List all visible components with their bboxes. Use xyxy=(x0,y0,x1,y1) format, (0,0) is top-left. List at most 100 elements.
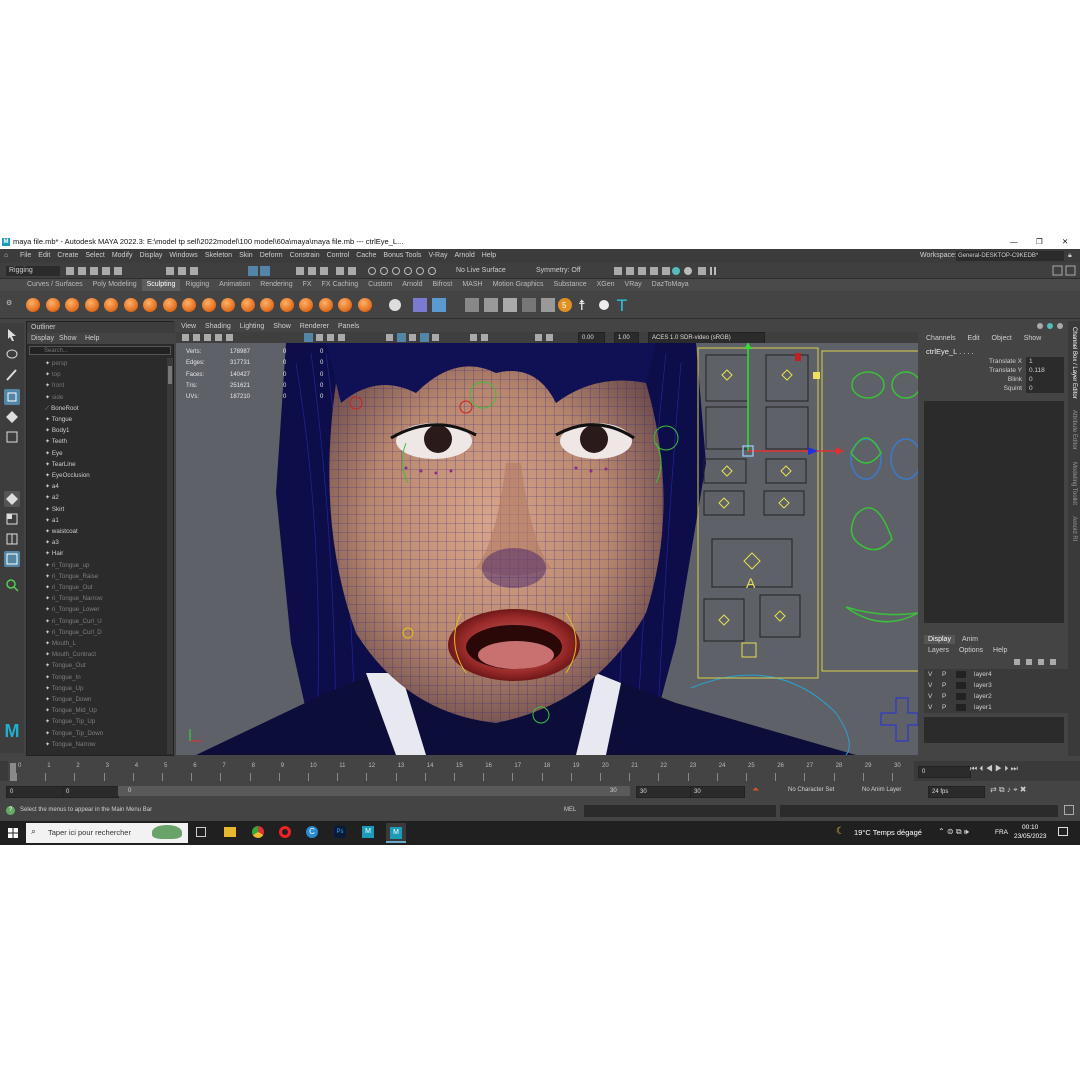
outliner-item[interactable]: ✦ Tongue_Tip_Up xyxy=(45,716,95,727)
menu-help[interactable]: Help xyxy=(482,252,496,259)
sculpt-brush-icon[interactable] xyxy=(26,298,40,312)
sculpt-brush-icon[interactable] xyxy=(240,298,255,312)
layer-name[interactable]: layer1 xyxy=(974,702,992,713)
layer-visibility-toggle[interactable]: V xyxy=(928,702,932,713)
channel-menu-object[interactable]: Object xyxy=(992,335,1012,342)
menu-display[interactable]: Display xyxy=(139,252,162,259)
task-view-icon[interactable] xyxy=(196,827,206,837)
shelf-gear-icon[interactable]: ⚙ xyxy=(6,299,12,307)
outliner-item[interactable]: ✦ Mouth_L xyxy=(45,638,76,649)
menu-constrain[interactable]: Constrain xyxy=(290,252,320,259)
command-language[interactable]: MEL xyxy=(564,807,576,813)
outliner-item[interactable]: ✦ ri_Tongue_Curl_D xyxy=(45,627,102,638)
sculpt-brush-icon[interactable] xyxy=(143,298,157,312)
outliner-item[interactable]: ⟋ BoneRoot xyxy=(45,403,79,414)
range-bar[interactable]: 0 30 xyxy=(118,786,630,796)
layer-menu-options[interactable]: Options xyxy=(959,647,983,654)
layer-action-icons[interactable] xyxy=(1012,657,1068,667)
sculpt-brush-icon[interactable] xyxy=(104,298,118,312)
menu-skeleton[interactable]: Skeleton xyxy=(205,252,232,259)
side-tab-attribute-editor[interactable]: Attribute Editor xyxy=(1071,410,1077,450)
sculpt-brush-icon[interactable] xyxy=(221,298,235,312)
anim-end-field[interactable]: 30 xyxy=(690,786,745,798)
layer-tab-display[interactable]: Display xyxy=(924,635,955,644)
move-tool-icon[interactable] xyxy=(4,389,20,405)
taskbar-search[interactable]: ⌕ Taper ici pour rechercher xyxy=(26,823,188,843)
tray-icons[interactable]: ⌃ ⊜ ⧉ 🕪︎ xyxy=(938,827,969,837)
viewport-tool-icons[interactable] xyxy=(180,333,640,343)
sculpt-brush-icon[interactable] xyxy=(162,298,177,312)
outliner-item[interactable]: ✦ Body1 xyxy=(45,425,69,436)
shelf-tab-rigging[interactable]: Rigging xyxy=(180,279,214,291)
viewport-menu-shading[interactable]: Shading xyxy=(205,323,231,330)
shelf-tab-bifrost[interactable]: Bifrost xyxy=(428,279,458,291)
channel-menu-show[interactable]: Show xyxy=(1024,335,1042,342)
outliner-menu-help[interactable]: Help xyxy=(85,333,99,344)
panel-toggle-icons[interactable] xyxy=(1052,265,1078,277)
channel-attribute-row[interactable]: Squint 0 xyxy=(920,384,1068,393)
render-icons[interactable] xyxy=(614,265,724,277)
outliner-scrollbar[interactable] xyxy=(167,358,173,754)
maya-taskbar-icon-1[interactable]: M xyxy=(362,826,374,838)
menu-file[interactable]: File xyxy=(20,252,31,259)
outliner-item[interactable]: ✦ a4 xyxy=(45,481,59,492)
shelf-tab-arnold[interactable]: Arnold xyxy=(397,279,427,291)
layer-playback-toggle[interactable]: P xyxy=(942,702,946,713)
layer-row[interactable]: V Player2 xyxy=(924,691,1068,702)
outliner-item[interactable]: ✦ a3 xyxy=(45,537,59,548)
outliner-item[interactable]: ✦ ri_Tongue_Out xyxy=(45,582,93,593)
shelf-tab-daztomaya[interactable]: DazToMaya xyxy=(647,279,694,291)
layer-color-swatch[interactable] xyxy=(956,671,966,678)
range-extra-icons[interactable]: ⇄ ⧉ ♪ ⌖ ✖ xyxy=(990,785,1027,795)
layer-name[interactable]: layer2 xyxy=(974,691,992,702)
viewport-menu-view[interactable]: View xyxy=(181,323,196,330)
outliner-item[interactable]: ✦ side xyxy=(45,392,63,403)
layer-color-swatch[interactable] xyxy=(956,682,966,689)
layer-row[interactable]: V Player3 xyxy=(924,680,1068,691)
outliner-search-input[interactable]: Search... xyxy=(29,346,171,355)
current-frame-field[interactable]: 0 xyxy=(918,766,971,778)
outliner-item[interactable]: ✦ persp xyxy=(45,358,67,369)
live-surface-field[interactable]: No Live Surface xyxy=(456,266,506,276)
close-button[interactable]: ✕ xyxy=(1062,235,1068,249)
menu-create[interactable]: Create xyxy=(57,252,78,259)
layer-row[interactable]: V Player4 xyxy=(924,669,1068,680)
viewport-scene[interactable]: A xyxy=(176,343,918,755)
outliner-item[interactable]: ✦ Mouth_Contract xyxy=(45,649,96,660)
opera-icon[interactable] xyxy=(279,826,291,838)
outliner-item[interactable]: ✦ Skirt xyxy=(45,504,64,515)
minimize-button[interactable]: — xyxy=(1010,235,1018,249)
time-slider[interactable]: 0 1 2 3 4 5 6 7 8 9 10 11 12 13 14 15 16 17 18 19 20 21 22 23 24… xyxy=(0,761,1080,781)
shelf-tab-vray[interactable]: VRay xyxy=(620,279,647,291)
outliner-item[interactable]: ✦ waistcoat xyxy=(45,526,78,537)
outliner-item[interactable]: ✦ ri_Tongue_Narrow xyxy=(45,593,102,604)
side-tab-modeling-toolkit[interactable]: Modeling Toolkit xyxy=(1071,462,1077,505)
layer-color-swatch[interactable] xyxy=(956,704,966,711)
character-set-field[interactable]: No Character Set xyxy=(788,787,834,793)
outliner-item[interactable]: ✦ front xyxy=(45,380,64,391)
channel-attribute-value[interactable]: 0 xyxy=(1026,384,1064,393)
last-tool-icon[interactable] xyxy=(4,491,20,507)
outliner-item[interactable]: ✦ Tongue_Narrow xyxy=(45,739,95,750)
layer-name[interactable]: layer4 xyxy=(974,669,992,680)
outliner-item[interactable]: ✦ TearLine xyxy=(45,459,76,470)
outliner-item[interactable]: ✦ Tongue_In xyxy=(45,672,81,683)
windows-start-icon[interactable] xyxy=(8,828,18,838)
channel-object-name[interactable]: ctrlEye_L . . . . xyxy=(926,347,974,356)
clock-date[interactable]: 23/05/2023 xyxy=(1014,833,1047,840)
rotate-tool-icon[interactable] xyxy=(4,409,20,425)
outliner-item[interactable]: ✦ ri_Tongue_Curl_U xyxy=(45,616,102,627)
viewport-menu-renderer[interactable]: Renderer xyxy=(300,323,329,330)
outliner-item[interactable]: ✦ Tongue_Out xyxy=(45,660,86,671)
side-tab-channel-box[interactable]: Channel Box / Layer Editor xyxy=(1071,327,1077,399)
menu-v-ray[interactable]: V-Ray xyxy=(428,252,447,259)
layer-visibility-toggle[interactable]: V xyxy=(928,691,932,702)
layer-playback-toggle[interactable]: P xyxy=(942,669,946,680)
outliner-item[interactable]: ✦ EyeOcclusion xyxy=(45,470,90,481)
sculpt-brush-icon[interactable] xyxy=(260,298,274,312)
shelf-tool-icons[interactable]: 5 ☨ T xyxy=(385,296,635,316)
shelf-tab-custom[interactable]: Custom xyxy=(363,279,397,291)
channel-menu-edit[interactable]: Edit xyxy=(968,335,980,342)
menu-set-select[interactable]: Rigging xyxy=(6,266,60,276)
menu-control[interactable]: Control xyxy=(327,252,350,259)
